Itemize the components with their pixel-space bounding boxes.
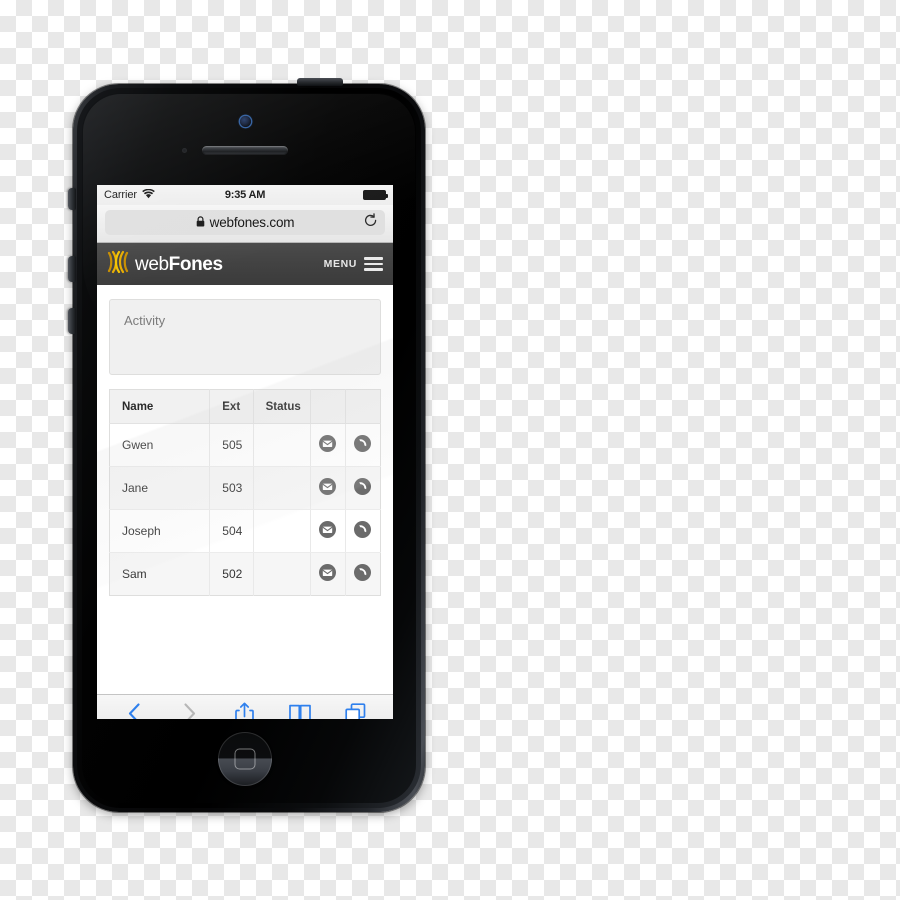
mute-switch[interactable] — [68, 188, 76, 210]
table-row[interactable]: Sam 502 — [109, 552, 381, 596]
envelope-icon[interactable] — [319, 521, 337, 541]
cell-ext: 505 — [209, 423, 254, 467]
activity-panel: Activity — [109, 299, 381, 375]
page-content: Activity Name Ext Status Gwen 505 Jane 5… — [97, 285, 393, 694]
cell-ext: 503 — [209, 466, 254, 510]
column-header-email — [310, 389, 346, 424]
forward-button[interactable] — [171, 700, 209, 719]
extensions-table: Name Ext Status Gwen 505 Jane 503 Joseph… — [109, 389, 381, 596]
lock-icon — [196, 214, 205, 232]
menu-button[interactable]: MENU — [324, 257, 383, 271]
activity-title: Activity — [124, 313, 166, 328]
column-header-status: Status — [253, 389, 311, 424]
share-icon — [235, 702, 255, 719]
webfones-logo-mark-icon — [106, 250, 132, 279]
earpiece-speaker-icon — [202, 146, 288, 155]
cell-call-action[interactable] — [345, 466, 381, 510]
envelope-icon[interactable] — [319, 478, 337, 498]
cell-call-action[interactable] — [345, 509, 381, 553]
column-header-name: Name — [109, 389, 211, 424]
chevron-left-icon — [128, 703, 141, 719]
volume-down-button[interactable] — [68, 308, 76, 334]
phone-icon[interactable] — [354, 478, 372, 498]
book-icon — [289, 704, 312, 719]
phone-screen: Carrier 9:35 AM webfones.com webFones ME… — [97, 185, 393, 719]
site-header: webFones MENU — [97, 243, 393, 285]
cell-email-action[interactable] — [310, 509, 346, 553]
share-button[interactable] — [226, 700, 264, 719]
cell-name: Gwen — [109, 423, 211, 467]
site-logo-text: webFones — [135, 255, 223, 274]
column-header-call — [345, 389, 381, 424]
url-display: webfones.com — [196, 214, 295, 232]
url-input[interactable]: webfones.com — [105, 210, 385, 235]
cell-name: Jane — [109, 466, 211, 510]
cell-call-action[interactable] — [345, 423, 381, 467]
cell-ext: 502 — [209, 552, 254, 596]
iphone-device: Carrier 9:35 AM webfones.com webFones ME… — [68, 78, 425, 812]
table-row[interactable]: Gwen 505 — [109, 423, 381, 467]
phone-icon[interactable] — [354, 521, 372, 541]
safari-bottom-toolbar — [97, 694, 393, 719]
envelope-icon[interactable] — [319, 564, 337, 584]
table-row[interactable]: Joseph 504 — [109, 509, 381, 553]
menu-label: MENU — [323, 258, 357, 270]
cell-call-action[interactable] — [345, 552, 381, 596]
envelope-icon[interactable] — [319, 435, 337, 455]
cell-status — [253, 466, 311, 510]
cell-email-action[interactable] — [310, 466, 346, 510]
cell-email-action[interactable] — [310, 552, 346, 596]
phone-icon[interactable] — [354, 564, 372, 584]
table-header-row: Name Ext Status — [109, 389, 381, 424]
phone-icon[interactable] — [354, 435, 372, 455]
back-button[interactable] — [116, 700, 154, 719]
table-header: Name Ext Status — [109, 389, 381, 424]
cell-status — [253, 423, 311, 467]
safari-url-bar: webfones.com — [97, 205, 393, 243]
ios-status-bar: Carrier 9:35 AM — [97, 185, 393, 205]
url-text: webfones.com — [209, 215, 295, 230]
ambient-light-sensor-icon — [182, 148, 187, 153]
volume-up-button[interactable] — [68, 256, 76, 282]
battery-full-icon — [363, 190, 388, 200]
power-button[interactable] — [297, 78, 343, 86]
status-bar-right — [363, 190, 388, 200]
hamburger-menu-icon[interactable] — [364, 257, 383, 271]
column-header-ext: Ext — [209, 389, 254, 424]
cell-status — [253, 509, 311, 553]
reload-icon[interactable] — [364, 212, 378, 233]
logo-text-bold: Fones — [168, 253, 223, 275]
site-logo[interactable]: webFones — [106, 250, 223, 279]
table-body: Gwen 505 Jane 503 Joseph 504 Sam 502 — [109, 423, 381, 596]
logo-text-light: web — [135, 253, 169, 275]
cell-name: Sam — [109, 552, 211, 596]
table-row[interactable]: Jane 503 — [109, 466, 381, 510]
home-button[interactable] — [218, 732, 272, 786]
status-bar-time: 9:35 AM — [224, 189, 266, 201]
home-button-square-icon — [234, 748, 256, 770]
chevron-right-icon — [183, 703, 196, 719]
cell-email-action[interactable] — [310, 423, 346, 467]
cell-ext: 504 — [209, 509, 254, 553]
cell-name: Joseph — [109, 509, 211, 553]
tabs-icon — [345, 703, 366, 719]
cell-status — [253, 552, 311, 596]
bookmarks-button[interactable] — [281, 700, 319, 719]
tabs-button[interactable] — [336, 700, 374, 719]
front-camera-icon — [240, 116, 251, 127]
